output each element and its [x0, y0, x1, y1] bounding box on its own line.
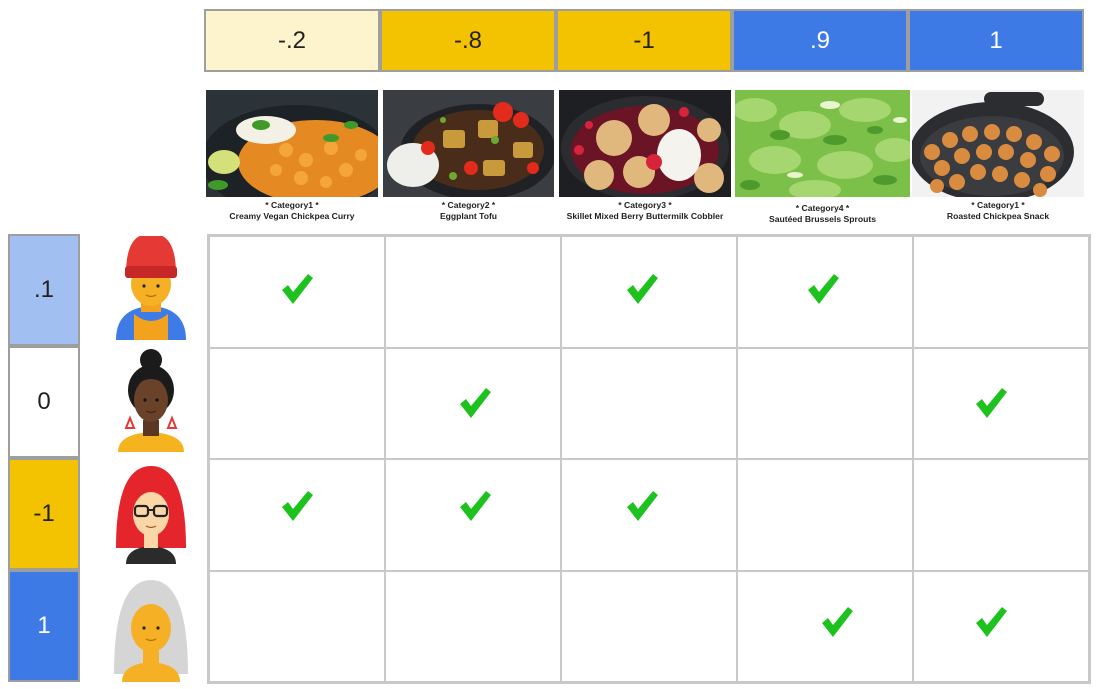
food-caption-1: * Category1 * Creamy Vegan Chickpea Curry — [206, 200, 378, 222]
item-score-label: -.8 — [453, 26, 482, 54]
food-category: * Category1 * — [971, 200, 1025, 210]
grid-cell — [209, 459, 385, 571]
grid-cell — [385, 347, 561, 459]
check-mark-icon — [976, 387, 1007, 418]
check-mark-icon — [976, 606, 1007, 637]
food-caption-4: * Category4 * Sautéed Brussels Sprouts — [735, 203, 910, 225]
user-hair-bun-icon — [112, 348, 190, 452]
user-score-label: .1 — [33, 276, 54, 303]
food-name: Skillet Mixed Berry Buttermilk Cobbler — [566, 211, 724, 221]
grid-cell — [561, 236, 737, 348]
user-score-2: 0 — [8, 346, 80, 458]
user-score-label: -1 — [33, 500, 55, 527]
item-score-5: 1 — [908, 9, 1084, 72]
food-name: Creamy Vegan Chickpea Curry — [229, 211, 355, 221]
user-gray-hair-icon — [112, 578, 190, 682]
grid-cell — [385, 459, 561, 571]
user-red-beanie-icon — [112, 236, 190, 340]
food-name: Eggplant Tofu — [439, 211, 498, 221]
item-score-label: -1 — [633, 26, 655, 54]
food-category: * Category2 * — [441, 200, 496, 210]
check-mark-icon — [282, 274, 313, 304]
grid-cell — [913, 347, 1089, 459]
item-score-label: -.2 — [277, 26, 306, 54]
food-category: * Category4 * — [795, 203, 850, 213]
grid-cell — [209, 570, 385, 682]
food-name: Roasted Chickpea Snack — [946, 211, 1050, 221]
user-score-label: 1 — [37, 612, 51, 639]
item-score-label: 1 — [989, 26, 1003, 54]
item-score-4: .9 — [732, 9, 908, 72]
item-score-label: .9 — [809, 26, 830, 54]
grid-cell — [913, 570, 1089, 682]
item-score-1: -.2 — [204, 9, 380, 72]
item-score-3: -1 — [556, 9, 732, 72]
food-category: * Category1 * — [265, 200, 319, 210]
check-mark-icon — [282, 491, 313, 521]
grid-cell — [209, 236, 385, 348]
grid-cell — [385, 570, 561, 682]
check-mark-icon — [627, 491, 658, 521]
grid-cell — [913, 236, 1089, 348]
food-category: * Category3 * — [618, 200, 672, 210]
food-image-chickpea-curry — [206, 90, 378, 197]
food-image-eggplant-tofu — [383, 90, 554, 197]
user-score-1: .1 — [8, 234, 80, 346]
grid-cell — [561, 570, 737, 682]
check-mark-icon — [627, 274, 658, 304]
user-score-3: -1 — [8, 458, 80, 570]
grid-cell — [737, 236, 913, 348]
check-mark-icon — [822, 606, 853, 637]
food-name: Sautéed Brussels Sprouts — [769, 214, 876, 224]
food-image-brussels-sprouts — [735, 90, 910, 197]
grid-cell — [737, 459, 913, 571]
grid-cell — [737, 347, 913, 459]
grid-cell — [737, 570, 913, 682]
food-caption-3: * Category3 * Skillet Mixed Berry Butterm… — [555, 200, 735, 222]
food-image-berry-cobbler — [559, 90, 731, 197]
grid-cell — [561, 347, 737, 459]
grid-cell — [561, 459, 737, 571]
check-mark-icon — [460, 491, 491, 521]
item-score-2: -.8 — [380, 9, 556, 72]
grid-cell — [913, 459, 1089, 571]
food-caption-2: * Category2 * Eggplant Tofu — [383, 200, 554, 222]
user-score-4: 1 — [8, 570, 80, 682]
check-mark-icon — [460, 387, 491, 418]
grid-cell — [385, 236, 561, 348]
grid-cell — [209, 347, 385, 459]
user-red-hair-glasses-icon — [112, 460, 190, 564]
food-caption-5: * Category1 * Roasted Chickpea Snack — [912, 200, 1084, 222]
user-score-label: 0 — [37, 388, 51, 415]
interaction-grid — [207, 234, 1091, 684]
food-image-roasted-chickpeas — [912, 90, 1084, 197]
check-mark-icon — [808, 274, 839, 304]
